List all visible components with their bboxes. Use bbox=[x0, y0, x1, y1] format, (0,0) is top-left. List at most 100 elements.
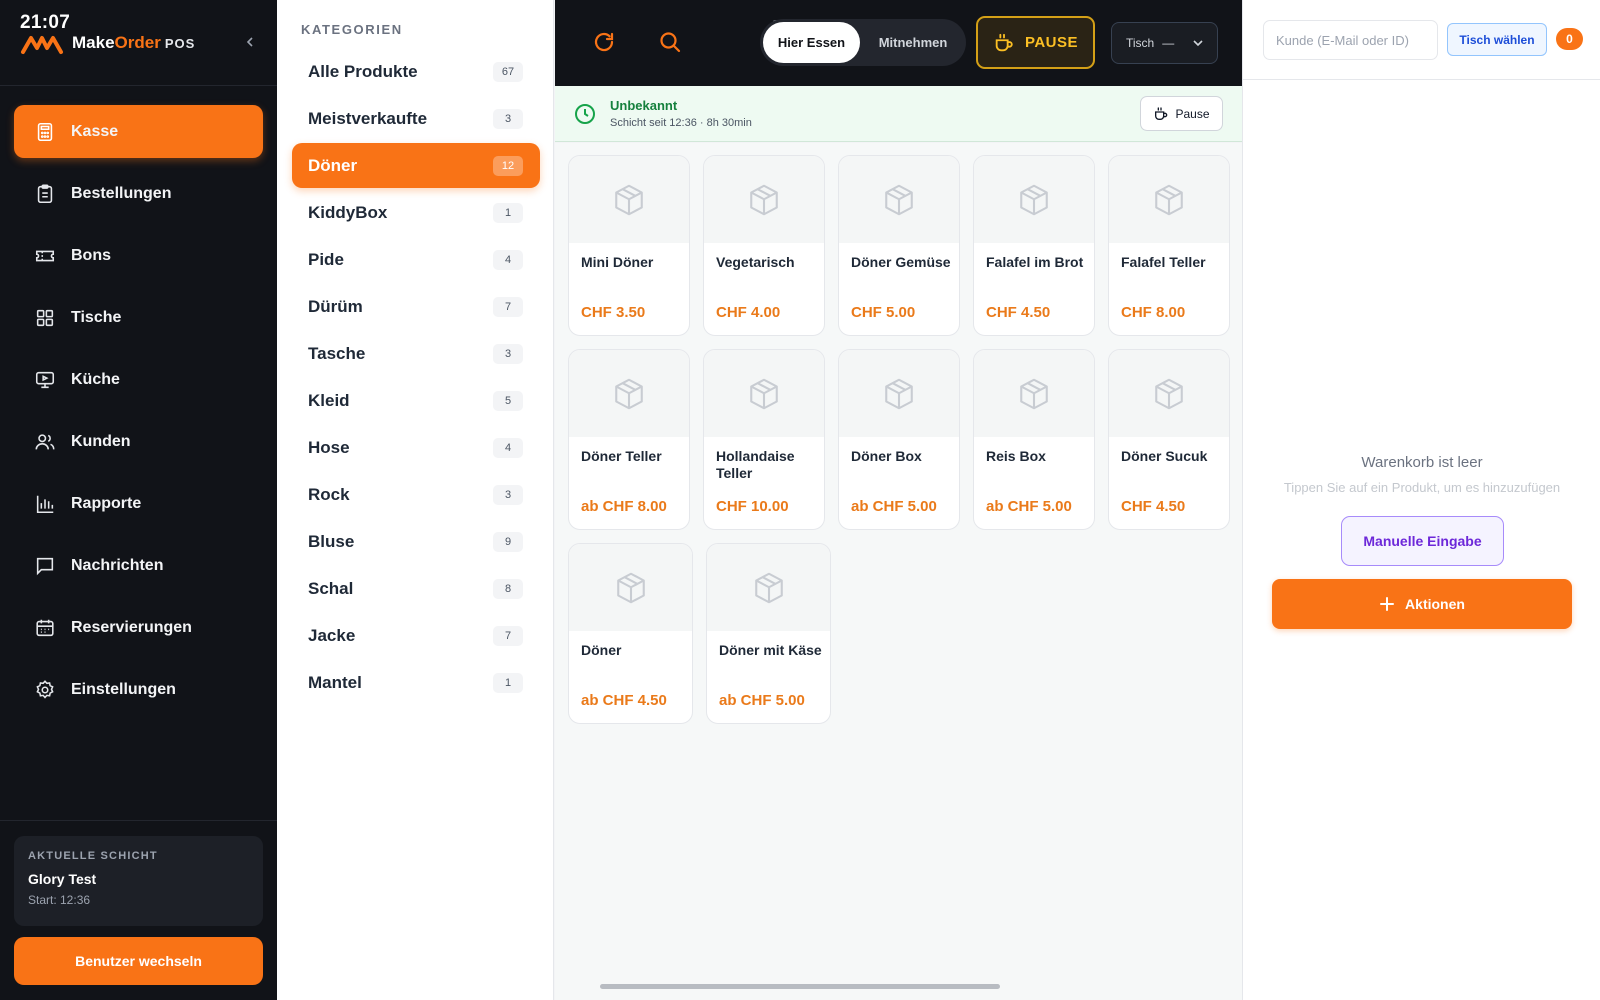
product-card[interactable]: Hollandaise Teller CHF 10.00 bbox=[703, 349, 825, 530]
sidebar-item-nachrichten[interactable]: Nachrichten bbox=[14, 539, 263, 592]
sidebar-item-einstellungen[interactable]: Einstellungen bbox=[14, 663, 263, 716]
product-image-placeholder bbox=[1109, 156, 1229, 243]
pause-button[interactable]: PAUSE bbox=[976, 16, 1095, 69]
product-image-placeholder bbox=[569, 350, 689, 437]
brand-name: MakeOrder POS bbox=[72, 33, 196, 52]
product-box-icon bbox=[1020, 378, 1048, 409]
cart-count-badge: 0 bbox=[1556, 28, 1583, 50]
sidebar-item-tische[interactable]: Tische bbox=[14, 291, 263, 344]
category-heading: KATEGORIEN bbox=[301, 22, 403, 37]
sidebar-item-rapporte[interactable]: Rapporte bbox=[14, 477, 263, 530]
product-card[interactable]: Döner Teller ab CHF 8.00 bbox=[568, 349, 690, 530]
top-bar: Hier Essen Mitnehmen PAUSE Tisch — bbox=[555, 0, 1242, 86]
category-item[interactable]: Schal 8 bbox=[292, 566, 540, 611]
sidebar-item-kunden[interactable]: Kunden bbox=[14, 415, 263, 468]
manual-entry-button[interactable]: Manuelle Eingabe bbox=[1341, 516, 1504, 566]
category-item[interactable]: Hose 4 bbox=[292, 425, 540, 470]
product-name: Döner Box bbox=[851, 448, 922, 464]
sidebar-item-label: Bestellungen bbox=[71, 184, 172, 202]
switch-user-button[interactable]: Benutzer wechseln bbox=[14, 937, 263, 985]
product-card[interactable]: Döner Sucuk CHF 4.50 bbox=[1108, 349, 1230, 530]
product-name: Falafel im Brot bbox=[986, 254, 1084, 270]
product-image-placeholder bbox=[569, 156, 689, 243]
product-name: Hollandaise Teller bbox=[716, 448, 795, 481]
message-icon bbox=[36, 557, 54, 575]
product-card[interactable]: Vegetarisch CHF 4.00 bbox=[703, 155, 825, 336]
sidebar-item-label: Einstellungen bbox=[71, 680, 176, 698]
category-item[interactable]: Kleid 5 bbox=[292, 378, 540, 423]
product-image-placeholder bbox=[569, 544, 692, 631]
sidebar-item-label: Kunden bbox=[71, 432, 131, 450]
refresh-button[interactable] bbox=[591, 29, 617, 55]
category-item[interactable]: Jacke 7 bbox=[292, 613, 540, 658]
product-name: Reis Box bbox=[986, 448, 1046, 464]
actions-button[interactable]: Aktionen bbox=[1272, 579, 1572, 629]
product-card[interactable]: Reis Box ab CHF 5.00 bbox=[973, 349, 1095, 530]
product-card[interactable]: Döner ab CHF 4.50 bbox=[568, 543, 693, 724]
product-name: Döner Teller bbox=[581, 448, 662, 464]
brand: MakeOrder POS bbox=[20, 30, 195, 56]
category-item[interactable]: Alle Produkte 67 bbox=[292, 49, 540, 94]
sidebar-item-bestellungen[interactable]: Bestellungen bbox=[14, 167, 263, 220]
category-item[interactable]: Pide 4 bbox=[292, 237, 540, 282]
category-item[interactable]: Tasche 3 bbox=[292, 331, 540, 376]
customer-search-input[interactable] bbox=[1263, 20, 1438, 60]
product-box-icon bbox=[1155, 184, 1183, 215]
search-button[interactable] bbox=[657, 29, 683, 55]
category-item-active[interactable]: Döner 12 bbox=[292, 143, 540, 188]
table-select[interactable]: Tisch — bbox=[1111, 22, 1218, 64]
sidebar-item-reservierungen[interactable]: Reservierungen bbox=[14, 601, 263, 654]
product-name: Döner bbox=[581, 642, 622, 658]
product-box-icon bbox=[750, 378, 778, 409]
category-item[interactable]: Mantel 1 bbox=[292, 660, 540, 705]
banner-pause-button[interactable]: Pause bbox=[1140, 96, 1223, 131]
sidebar-item-label: Küche bbox=[71, 370, 120, 388]
sidebar-item-kasse[interactable]: Kasse bbox=[14, 105, 263, 158]
category-count-badge: 5 bbox=[493, 390, 523, 411]
actions-label: Aktionen bbox=[1405, 596, 1465, 612]
category-count-badge: 12 bbox=[493, 155, 523, 176]
product-price: CHF 3.50 bbox=[581, 304, 646, 321]
product-price: CHF 8.00 bbox=[1121, 304, 1186, 321]
category-item[interactable]: Bluse 9 bbox=[292, 519, 540, 564]
product-box-icon bbox=[1020, 184, 1048, 215]
sidebar-item-bons[interactable]: Bons bbox=[14, 229, 263, 282]
category-panel: KATEGORIEN Alle Produkte 67 Meistverkauft… bbox=[277, 0, 554, 1000]
horizontal-scrollbar[interactable] bbox=[600, 984, 1000, 989]
monitor-icon bbox=[35, 371, 55, 388]
sidebar-item-label: Reservierungen bbox=[71, 618, 192, 636]
category-item[interactable]: KiddyBox 1 bbox=[292, 190, 540, 235]
product-box-icon bbox=[616, 572, 645, 603]
product-image-placeholder bbox=[704, 156, 824, 243]
product-name: Döner Gemüse bbox=[851, 254, 951, 270]
product-image-placeholder bbox=[707, 544, 830, 631]
sidebar-item-kueche[interactable]: Küche bbox=[14, 353, 263, 406]
cart-header: Tisch wählen 0 bbox=[1243, 0, 1600, 80]
product-card[interactable]: Falafel Teller CHF 8.00 bbox=[1108, 155, 1230, 336]
product-box-icon bbox=[615, 184, 643, 215]
product-name: Mini Döner bbox=[581, 254, 654, 270]
product-card[interactable]: Döner mit Käse ab CHF 5.00 bbox=[706, 543, 831, 724]
category-item[interactable]: Dürüm 7 bbox=[292, 284, 540, 329]
product-box-icon bbox=[615, 378, 643, 409]
coffee-cup-icon bbox=[1155, 106, 1168, 120]
product-card[interactable]: Mini Döner CHF 3.50 bbox=[568, 155, 690, 336]
choose-table-button[interactable]: Tisch wählen bbox=[1447, 23, 1547, 56]
category-item[interactable]: Rock 3 bbox=[292, 472, 540, 517]
table-select-label: Tisch bbox=[1126, 36, 1155, 50]
clock-icon bbox=[575, 104, 595, 124]
mode-takeaway-button[interactable]: Mitnehmen bbox=[860, 22, 966, 63]
category-item[interactable]: Meistverkaufte 3 bbox=[292, 96, 540, 141]
product-card[interactable]: Falafel im Brot CHF 4.50 bbox=[973, 155, 1095, 336]
category-count-badge: 4 bbox=[493, 437, 523, 458]
category-count-badge: 3 bbox=[493, 343, 523, 364]
product-card[interactable]: Döner Gemüse CHF 5.00 bbox=[838, 155, 960, 336]
product-box-icon bbox=[885, 184, 913, 215]
product-name: Döner Sucuk bbox=[1121, 448, 1208, 464]
mode-dine-in-button[interactable]: Hier Essen bbox=[763, 22, 860, 63]
sidebar-nav: Kasse Bestellungen Bons Tische Küche Kun… bbox=[14, 105, 263, 725]
product-image-placeholder bbox=[974, 156, 1094, 243]
collapse-sidebar-button[interactable] bbox=[240, 32, 260, 52]
product-price: CHF 5.00 bbox=[851, 304, 916, 321]
product-card[interactable]: Döner Box ab CHF 5.00 bbox=[838, 349, 960, 530]
